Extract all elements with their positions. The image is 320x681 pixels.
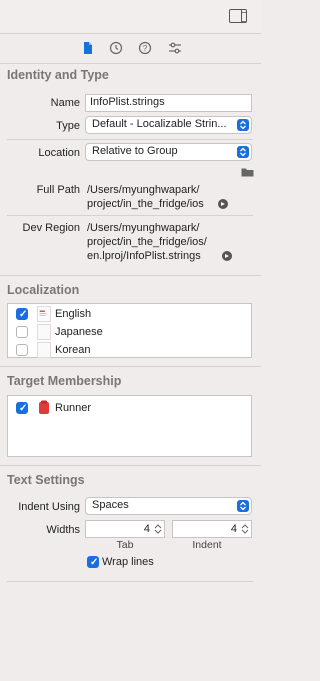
dev-region-label: Dev Region	[22, 222, 80, 234]
indent-using-popup[interactable]: Spaces	[85, 497, 252, 515]
location-popup[interactable]: Relative to Group	[85, 143, 252, 161]
localization-label-korean: Korean	[55, 344, 91, 356]
dev-region-line: en.lproj/InfoPlist.strings	[87, 250, 201, 262]
hide-inspector-icon[interactable]	[229, 9, 247, 23]
widths-label: Widths	[46, 524, 80, 536]
file-inspector-icon[interactable]	[81, 41, 95, 55]
dev-region-line: /Users/myunghwapark/	[87, 222, 200, 234]
chevron-updown-icon	[237, 500, 249, 512]
dev-region-line: project/in_the_fridge/ios/	[87, 236, 207, 248]
localization-checkbox-korean[interactable]	[16, 344, 28, 356]
name-label: Name	[50, 97, 80, 109]
divider	[0, 366, 261, 367]
target-membership-list: ✓ Runner	[7, 395, 252, 457]
indent-using-value: Spaces	[92, 499, 129, 511]
full-path-line: project/in_the_fridge/ios	[87, 198, 204, 210]
tab-caption: Tab	[116, 539, 134, 551]
divider	[0, 275, 261, 276]
divider	[7, 215, 253, 216]
target-label-runner: Runner	[55, 402, 92, 414]
divider	[7, 139, 253, 140]
tab-width-value: 4	[143, 523, 150, 535]
divider	[7, 581, 253, 582]
quick-help-icon[interactable]: ?	[138, 41, 152, 55]
location-popup-value: Relative to Group	[92, 145, 178, 157]
full-path-line: /Users/myunghwapark/	[87, 184, 200, 196]
chevron-updown-icon	[237, 119, 249, 131]
history-inspector-icon[interactable]	[109, 41, 123, 55]
blank-file-icon	[37, 342, 51, 358]
wrap-lines-label: Wrap lines	[102, 556, 154, 568]
reveal-in-finder-icon[interactable]	[218, 199, 228, 209]
attributes-inspector-icon[interactable]	[168, 41, 182, 55]
indent-width-value: 4	[230, 523, 237, 535]
divider	[0, 63, 261, 64]
inspector-tab-bar: ?	[0, 36, 261, 62]
type-popup-value: Default - Localizable Strin...	[92, 118, 227, 130]
stepper-arrows-icon[interactable]	[154, 523, 162, 535]
inspector-top-bar	[0, 0, 261, 34]
wrap-lines-checkbox[interactable]: ✓	[87, 556, 99, 568]
name-field[interactable]: InfoPlist.strings	[85, 94, 252, 112]
section-title-identity: Identity and Type	[7, 68, 109, 82]
reveal-in-finder-icon[interactable]	[222, 251, 232, 261]
indent-caption: Indent	[192, 539, 222, 551]
chevron-updown-icon	[237, 146, 249, 158]
section-title-target-membership: Target Membership	[7, 374, 122, 388]
indent-using-label: Indent Using	[18, 501, 80, 513]
divider	[0, 465, 261, 466]
localization-list: ✓ English Japanese Korean	[7, 303, 252, 358]
target-checkbox-runner[interactable]: ✓	[16, 402, 28, 414]
folder-icon[interactable]	[241, 167, 254, 177]
stepper-arrows-icon[interactable]	[241, 523, 249, 535]
localization-label-japanese: Japanese	[55, 326, 103, 338]
svg-text:?: ?	[143, 44, 148, 53]
type-popup[interactable]: Default - Localizable Strin...	[85, 116, 252, 134]
localization-checkbox-english[interactable]: ✓	[16, 308, 28, 320]
indent-width-stepper[interactable]: 4	[172, 520, 252, 538]
blank-file-icon	[37, 324, 51, 340]
type-label: Type	[56, 120, 80, 132]
location-label: Location	[38, 147, 80, 159]
section-title-localization: Localization	[7, 283, 80, 297]
strings-file-icon	[37, 306, 51, 322]
section-title-text-settings: Text Settings	[7, 473, 85, 487]
runner-app-icon	[39, 400, 49, 414]
tab-width-stepper[interactable]: 4	[85, 520, 165, 538]
localization-label-english: English	[55, 308, 92, 320]
full-path-label: Full Path	[36, 184, 80, 196]
localization-checkbox-japanese[interactable]	[16, 326, 28, 338]
